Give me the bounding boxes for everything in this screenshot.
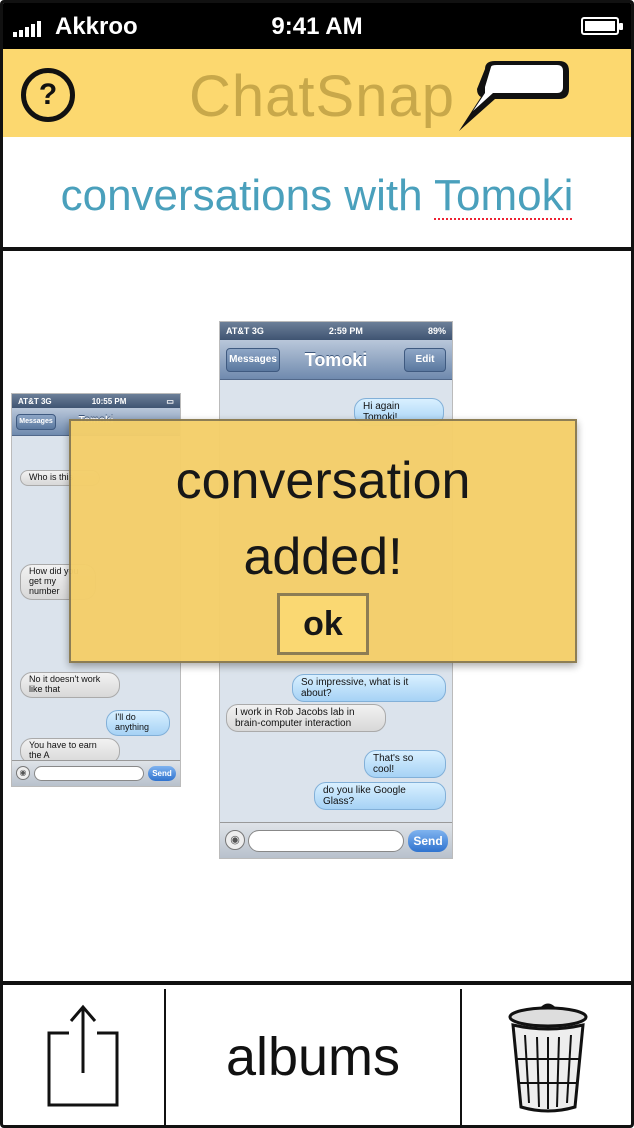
screenshot-status-bar: AT&T 3G 2:59 PM 89% xyxy=(220,322,452,340)
screenshot-status-bar: AT&T 3G 10:55 PM ▭ xyxy=(12,394,180,408)
footer-divider xyxy=(3,981,631,985)
screenshot-send-button: Send xyxy=(408,830,448,852)
screenshot-battery-icon: ▭ xyxy=(166,396,174,406)
screenshot-message-field xyxy=(248,830,404,852)
share-icon xyxy=(47,1004,119,1107)
screenshot-input-bar: ◉ Send xyxy=(12,760,180,786)
confirmation-dialog: conversation added! ok xyxy=(69,419,577,663)
app-header: ? ChatSnap xyxy=(3,49,631,137)
status-time: 9:41 AM xyxy=(271,13,363,40)
message-bubble: That's so cool! xyxy=(364,750,446,778)
message-bubble: No it doesn't work like that xyxy=(20,672,120,698)
message-bubble: do you like Google Glass? xyxy=(314,782,446,810)
share-button[interactable] xyxy=(3,987,163,1125)
screenshot-carrier: AT&T 3G xyxy=(226,326,264,336)
screenshot-battery: 89% xyxy=(427,326,446,336)
battery-icon xyxy=(581,17,623,35)
screenshot-send-button: Send xyxy=(148,766,176,781)
screenshot-time: 10:55 PM xyxy=(91,396,127,406)
header-divider xyxy=(3,247,631,251)
trash-icon xyxy=(508,1003,588,1113)
ok-button[interactable]: ok xyxy=(277,593,369,655)
screenshot-edit-button: Edit xyxy=(404,348,446,372)
dialog-message: conversation added! xyxy=(71,443,575,595)
page-title: conversations with Tomoki xyxy=(3,171,631,221)
help-button[interactable]: ? xyxy=(21,68,75,122)
screenshot-input-bar: ◉ Send xyxy=(220,822,452,858)
phone-screen: Akkroo 9:41 AM ? ChatSnap conversations … xyxy=(0,0,634,1128)
message-bubble: So impressive, what is it about? xyxy=(292,674,446,702)
speech-bubble-icon xyxy=(459,61,569,131)
screenshot-nav-bar: Messages Tomoki Edit xyxy=(220,340,452,380)
dialog-line-2: added! xyxy=(243,528,403,586)
screenshot-message-field xyxy=(34,766,144,781)
camera-icon: ◉ xyxy=(225,830,245,850)
screenshot-time: 2:59 PM xyxy=(328,326,363,336)
app-name: ChatSnap xyxy=(189,64,455,129)
albums-label: albums xyxy=(225,1027,401,1087)
screenshot-carrier: AT&T 3G xyxy=(18,396,52,406)
dialog-line-1: conversation xyxy=(175,452,471,510)
message-bubble: I work in Rob Jacobs lab in brain-comput… xyxy=(226,704,386,732)
camera-icon: ◉ xyxy=(16,766,30,780)
delete-button[interactable] xyxy=(462,987,631,1125)
help-icon: ? xyxy=(38,78,58,111)
contact-name: Tomoki xyxy=(434,171,574,220)
status-bar: Akkroo 9:41 AM xyxy=(3,3,631,49)
message-bubble: I'll do anything xyxy=(106,710,170,736)
title-prefix: conversations with xyxy=(60,171,434,220)
albums-button[interactable]: albums xyxy=(166,987,460,1125)
